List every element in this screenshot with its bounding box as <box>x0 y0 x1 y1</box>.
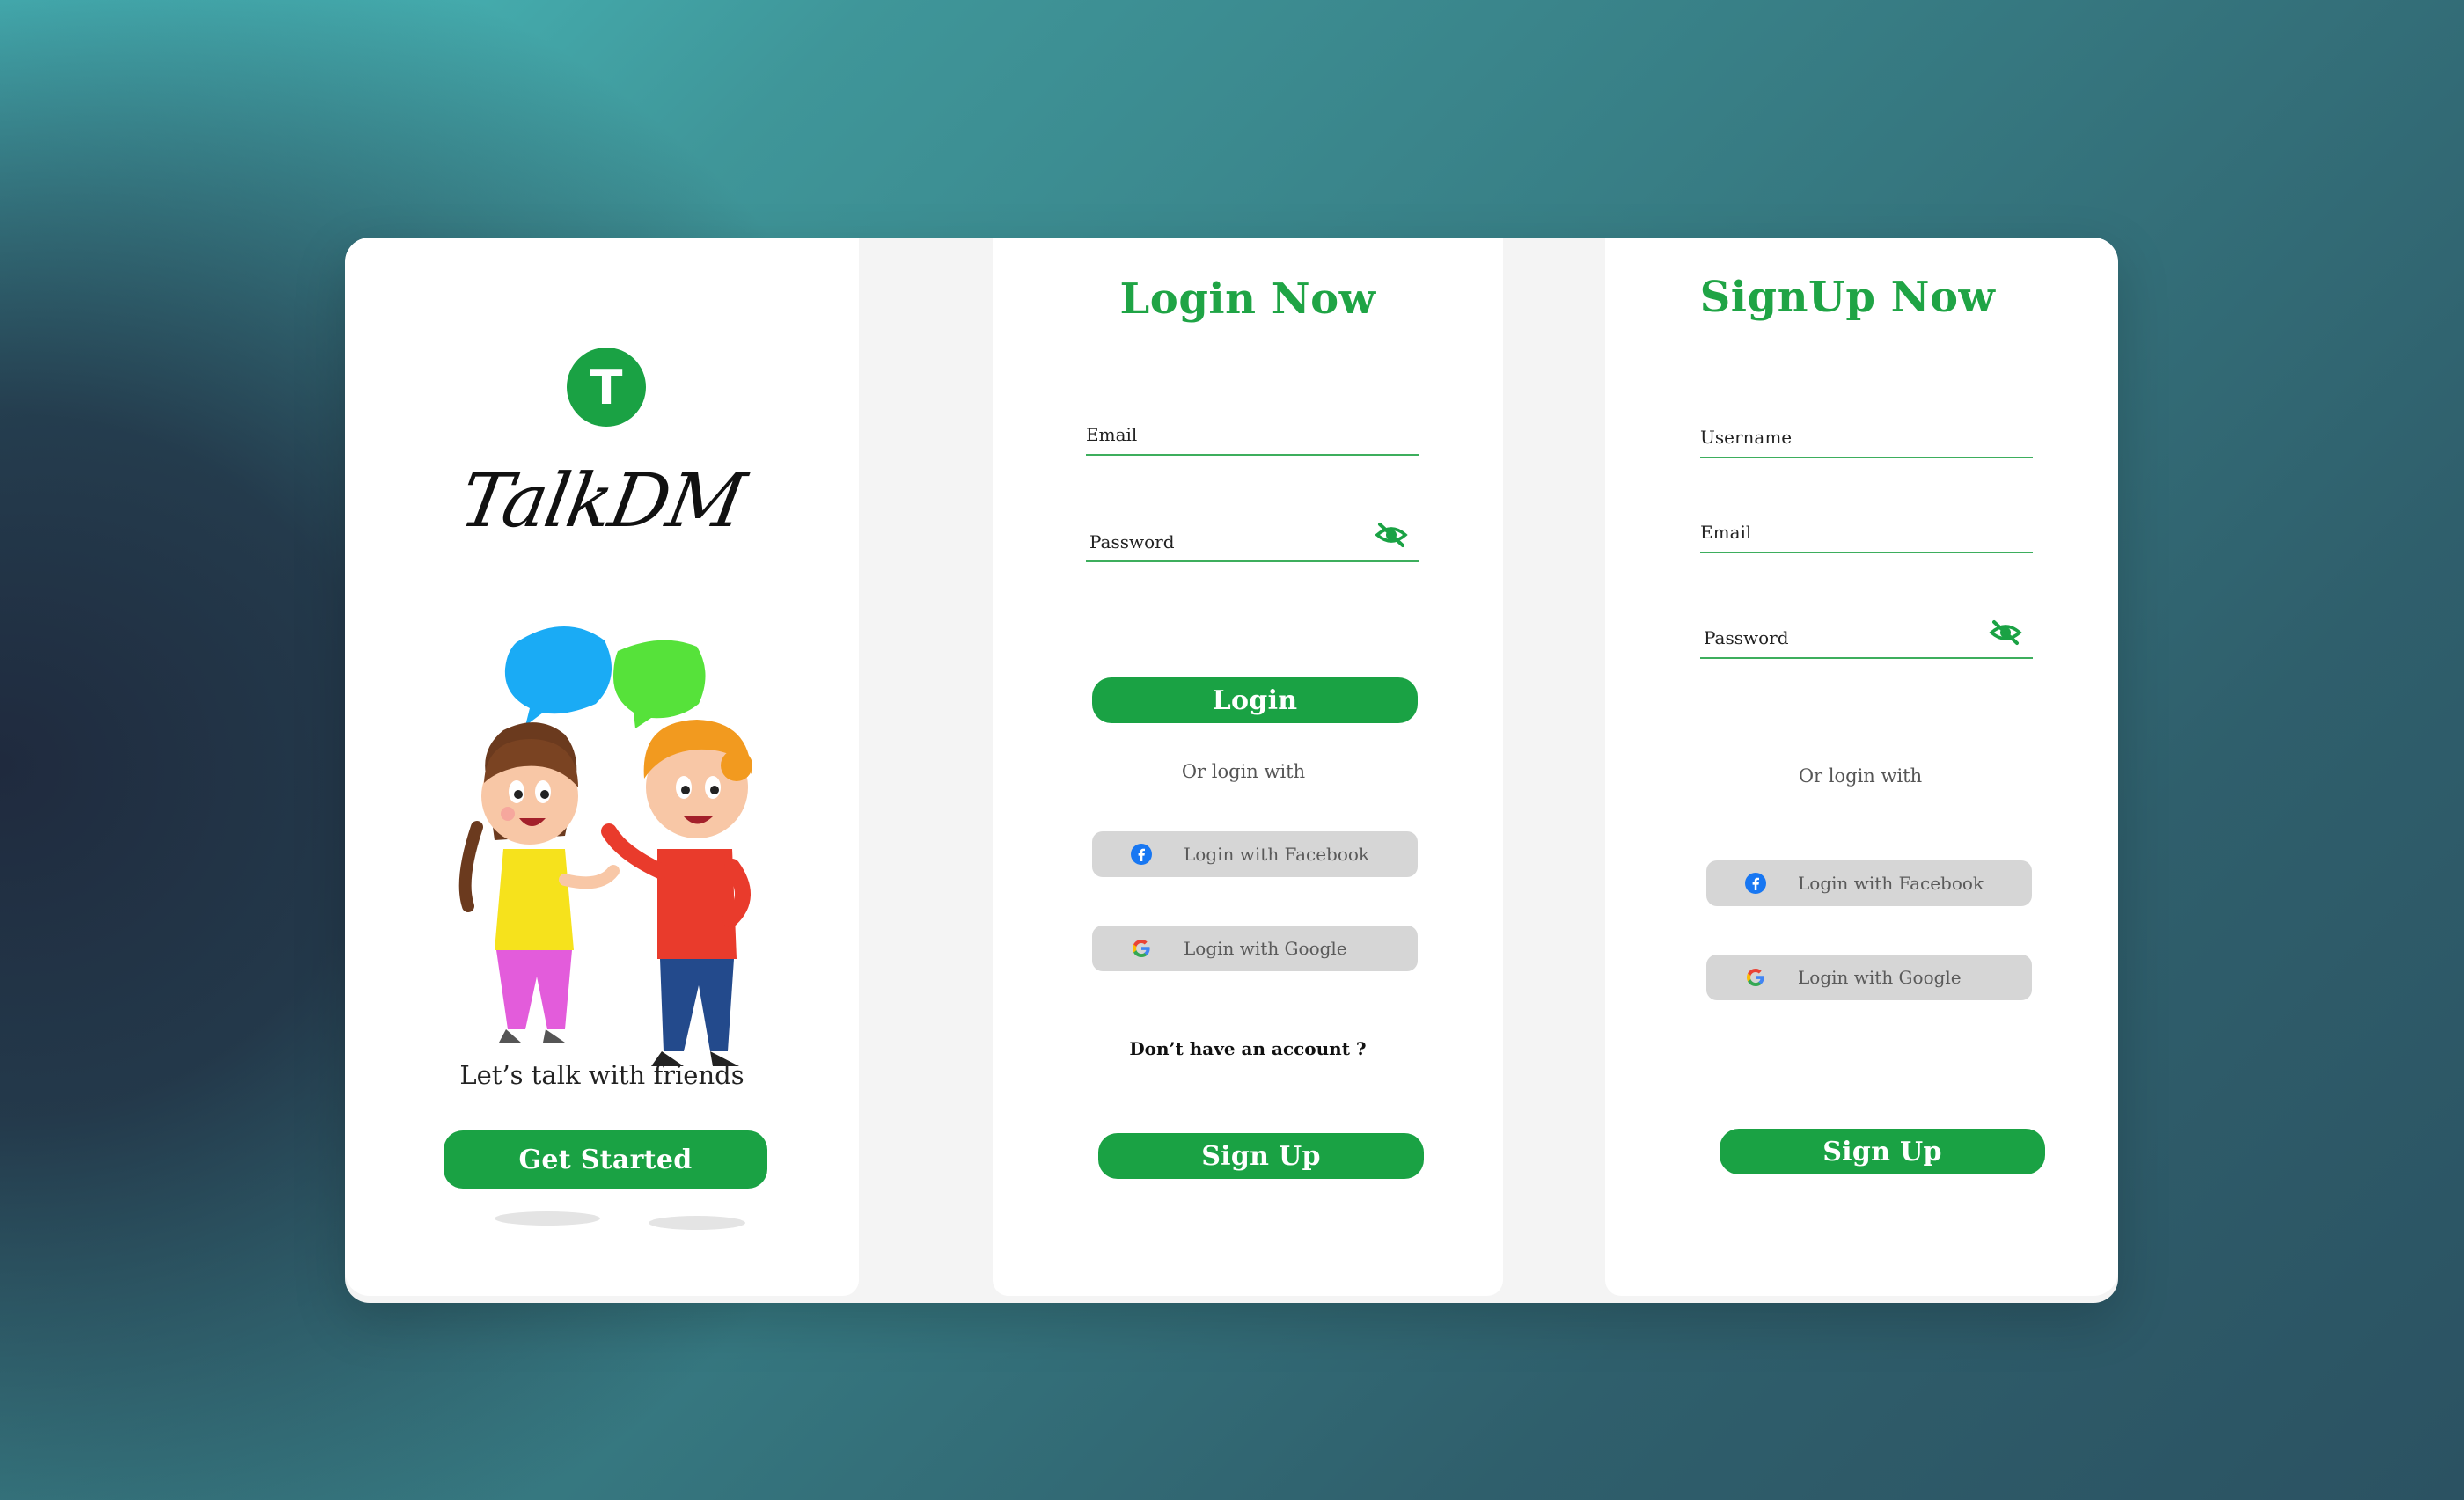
signup-title: SignUp Now <box>1699 273 1996 322</box>
login-button[interactable]: Login <box>1092 677 1418 723</box>
signup-email-field-label: Email <box>1700 522 1752 543</box>
logo-icon: T <box>567 348 646 427</box>
blue-speech-bubble <box>504 626 612 726</box>
signup-or-login-with-text: Or login with <box>1798 765 1923 787</box>
get-started-label: Get Started <box>518 1144 693 1175</box>
login-facebook-button[interactable]: Login with Facebook <box>1092 831 1418 877</box>
welcome-screen: T TalkDM Let’s talk with friends Get Sta… <box>345 238 859 1296</box>
login-screen: Login Now Email Password Login Or login … <box>993 238 1503 1296</box>
signup-password-field[interactable] <box>1700 657 2033 659</box>
email-field-label: Email <box>1086 424 1138 445</box>
get-started-button[interactable]: Get Started <box>444 1130 767 1189</box>
signup-facebook-label: Login with Facebook <box>1798 873 1984 894</box>
showcase-card: T TalkDM Let’s talk with friends Get Sta… <box>345 238 2118 1303</box>
signup-submit-button[interactable]: Sign Up <box>1720 1129 2045 1174</box>
no-account-text: Don’t have an account ? <box>1129 1038 1367 1059</box>
login-signup-label: Sign Up <box>1201 1140 1321 1172</box>
signup-screen: SignUp Now Username Email Password Or lo… <box>1605 238 2118 1296</box>
facebook-button-label: Login with Facebook <box>1184 844 1370 865</box>
logo-letter: T <box>590 359 623 415</box>
signup-facebook-button[interactable]: Login with Facebook <box>1706 860 2032 906</box>
facebook-icon <box>1131 844 1152 865</box>
password-field[interactable] <box>1086 560 1419 562</box>
signup-submit-label: Sign Up <box>1822 1136 1942 1167</box>
google-button-label: Login with Google <box>1184 938 1347 959</box>
signup-google-label: Login with Google <box>1798 967 1962 988</box>
signup-email-field[interactable] <box>1700 552 2033 553</box>
login-google-button[interactable]: Login with Google <box>1092 926 1418 971</box>
login-signup-button[interactable]: Sign Up <box>1098 1133 1424 1179</box>
google-icon <box>1747 969 1764 986</box>
email-field[interactable] <box>1086 454 1419 456</box>
signup-password-field-label: Password <box>1704 627 1789 648</box>
eye-off-icon[interactable] <box>1375 521 1408 549</box>
eye-off-icon[interactable] <box>1989 618 2022 647</box>
login-button-label: Login <box>1212 684 1298 716</box>
signup-google-button[interactable]: Login with Google <box>1706 955 2032 1000</box>
login-title: Login Now <box>1119 274 1376 324</box>
username-field[interactable] <box>1700 457 2033 458</box>
password-field-label: Password <box>1089 531 1175 552</box>
app-name: TalkDM <box>454 457 750 544</box>
facebook-icon <box>1745 873 1766 894</box>
tagline: Let’s talk with friends <box>459 1060 744 1090</box>
green-speech-bubble <box>613 640 706 728</box>
or-login-with-text: Or login with <box>1181 761 1306 782</box>
google-icon <box>1133 940 1150 957</box>
username-field-label: Username <box>1700 427 1793 448</box>
